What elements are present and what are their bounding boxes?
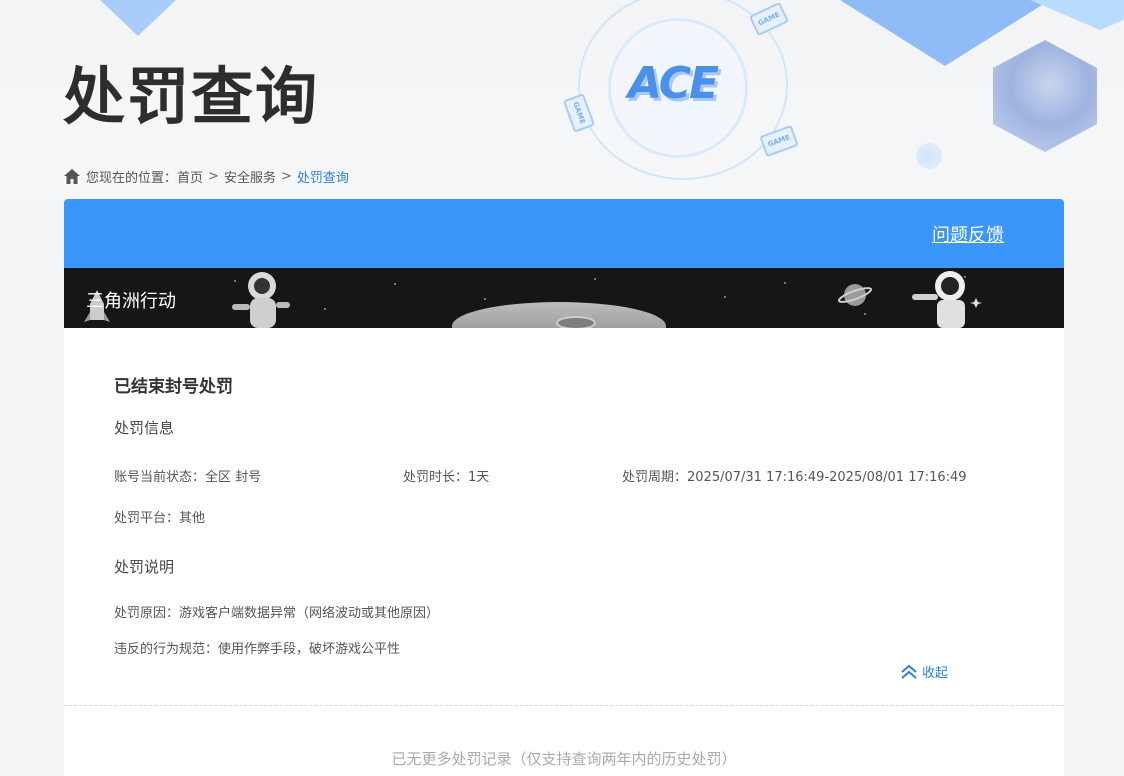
ace-logo: ACE bbox=[628, 58, 719, 109]
page-title: 处罚查询 bbox=[63, 60, 320, 133]
game-console-decor bbox=[556, 316, 596, 328]
astronaut-icon bbox=[232, 272, 290, 328]
punishment-duration: 处罚时长：1天 bbox=[403, 470, 490, 485]
home-icon bbox=[64, 168, 80, 184]
breadcrumb-link-home[interactable]: 首页 bbox=[177, 167, 203, 186]
decor-star bbox=[484, 298, 486, 300]
decor-bubble bbox=[916, 143, 942, 169]
feedback-link[interactable]: 问题反馈 bbox=[932, 221, 1004, 247]
card-header-bar: 问题反馈 bbox=[64, 199, 1064, 268]
violation-rule: 违反的行为规范：使用作弊手段，破坏游戏公平性 bbox=[114, 642, 401, 657]
game-tag-icon: GAME bbox=[748, 1, 790, 37]
desc-heading: 处罚说明 bbox=[114, 558, 175, 576]
decor-star bbox=[784, 282, 786, 284]
breadcrumb-current: 处罚查询 bbox=[296, 170, 349, 186]
punishment-reason: 处罚原因：游戏客户端数据异常（网络波动或其他原因） bbox=[114, 606, 440, 621]
decor-star bbox=[724, 296, 726, 298]
divider bbox=[64, 705, 1064, 706]
decor-star bbox=[594, 278, 596, 280]
breadcrumb: 您现在的位置： 首页 > 安全服务 > 处罚查询 bbox=[64, 167, 349, 186]
decor-star bbox=[864, 313, 866, 315]
breadcrumb-link-security[interactable]: 安全服务 bbox=[224, 167, 276, 186]
game-banner: 三角洲行动 bbox=[64, 268, 1064, 328]
punishment-card: 问题反馈 三角洲行动 已结束封号处罚 处罚信息 账号当前状态：全区 封号 处罚时… bbox=[64, 199, 1064, 776]
decor-triangle bbox=[100, 0, 176, 36]
decor-star bbox=[324, 308, 326, 310]
breadcrumb-prefix: 您现在的位置： bbox=[86, 170, 178, 186]
footer-note: 已无更多处罚记录（仅支持查询两年内的历史处罚） bbox=[391, 750, 737, 768]
breadcrumb-separator: > bbox=[280, 168, 292, 184]
info-heading: 处罚信息 bbox=[114, 419, 175, 437]
decor-triangle bbox=[1030, 0, 1124, 30]
collapse-button[interactable]: 收起 bbox=[900, 662, 948, 681]
decor-star bbox=[394, 283, 396, 285]
punishment-title: 已结束封号处罚 bbox=[114, 377, 233, 397]
punishment-period: 处罚周期：2025/07/31 17:16:49-2025/08/01 17:1… bbox=[622, 470, 967, 485]
game-name: 三角洲行动 bbox=[86, 291, 176, 312]
breadcrumb-separator: > bbox=[208, 168, 219, 184]
account-status: 账号当前状态：全区 封号 bbox=[114, 470, 262, 485]
astronaut-icon bbox=[912, 271, 982, 328]
planet-icon bbox=[838, 284, 872, 306]
punishment-platform: 处罚平台：其他 bbox=[114, 511, 206, 526]
double-chevron-up-icon bbox=[901, 664, 917, 679]
collapse-label: 收起 bbox=[922, 666, 949, 681]
